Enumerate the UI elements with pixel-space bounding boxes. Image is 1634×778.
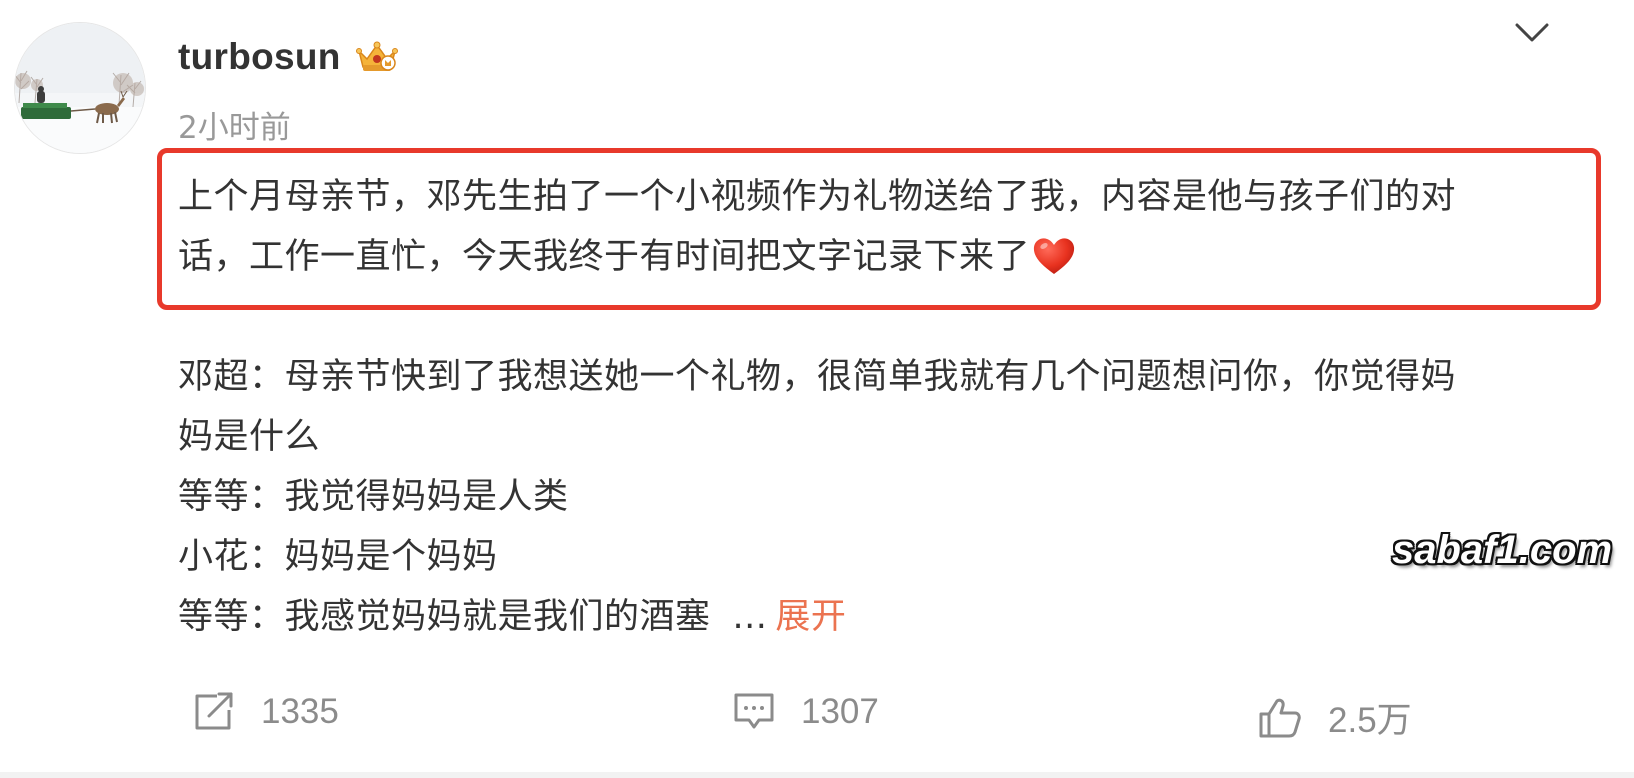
username[interactable]: turbosun <box>178 36 341 78</box>
username-row: turbosun <box>178 32 401 82</box>
post-timestamp: 2小时前 <box>178 110 291 146</box>
share-icon <box>195 692 233 730</box>
expand-link[interactable]: 展开 <box>775 597 846 637</box>
vip-crown-badge-icon[interactable] <box>353 37 401 77</box>
post-text-line-5: 等等：我觉得妈妈是人类 <box>178 477 569 517</box>
like-count: 2.5万 <box>1328 701 1412 740</box>
card-divider <box>0 772 1634 778</box>
post-text-line-2-content: 话，工作一直忙，今天我终于有时间把文字记录下来了 <box>178 237 1031 277</box>
weibo-post-card: turbosun 2小时前 上个月母亲节，邓先生拍了一个小视频作为礼物送给了我，… <box>0 0 1634 772</box>
post-text-line-7: 等等：我感觉妈妈就是我们的酒塞... 展开 <box>178 588 846 639</box>
post-text-line-2: 话，工作一直忙，今天我终于有时间把文字记录下来了 <box>178 228 1076 279</box>
post-text-line-3: 邓超：母亲节快到了我想送她一个礼物，很简单我就有几个问题想问你，你觉得妈 <box>178 357 1457 397</box>
comment-count: 1307 <box>801 692 879 731</box>
comment-icon <box>734 693 774 729</box>
like-button[interactable]: 2.5万 <box>1258 692 1412 743</box>
comment-button[interactable]: 1307 <box>733 692 879 732</box>
avatar-image <box>15 23 145 153</box>
post-text-line-6: 小花：妈妈是个妈妈 <box>178 537 498 577</box>
chevron-down-icon[interactable] <box>1514 20 1550 46</box>
post-text-line-1: 上个月母亲节，邓先生拍了一个小视频作为礼物送给了我，内容是他与孩子们的对 <box>178 177 1457 217</box>
red-heart-emoji-icon <box>1033 238 1075 274</box>
avatar[interactable] <box>14 22 146 154</box>
post-text-line-4: 妈是什么 <box>178 417 321 457</box>
watermark: sabaf1.com <box>1392 528 1613 572</box>
post-text-line-7-content: 等等：我感觉妈妈就是我们的酒塞 <box>178 597 711 637</box>
truncation-ellipsis: ... <box>732 597 768 637</box>
share-count: 1335 <box>261 692 339 731</box>
thumbs-up-icon <box>1259 698 1301 737</box>
share-button[interactable]: 1335 <box>193 692 339 732</box>
